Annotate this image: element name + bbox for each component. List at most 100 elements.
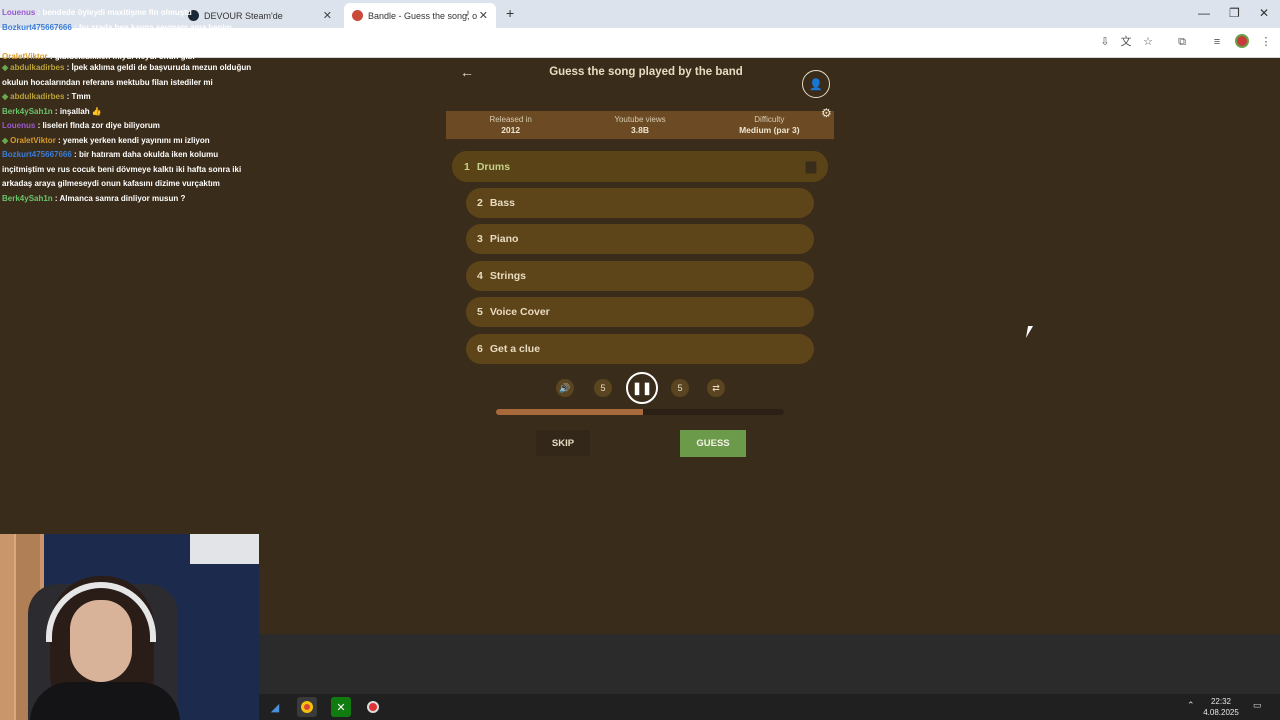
menu-icon[interactable]: ⋮ [1259, 35, 1273, 49]
clue-strings[interactable]: 4 Strings [466, 261, 814, 291]
bandle-icon [352, 10, 363, 21]
released-value: 2012 [501, 125, 521, 135]
difficulty-cell: Difficulty Medium (par 3) [705, 111, 834, 139]
tab-bandle-label: Bandle - Guess the song, o [368, 10, 478, 21]
song-info-bar: Released in 2012 Youtube views 3.8B Diff… [446, 111, 834, 139]
webcam-feed [0, 534, 259, 720]
star-icon[interactable]: ☆ [1141, 35, 1155, 49]
pause-button[interactable]: ❚❚ [626, 372, 658, 404]
released-cell: Released in 2012 [446, 111, 575, 139]
chat-username[interactable]: abdulkadirbes [10, 63, 64, 72]
badge-icon: ◆ [2, 135, 9, 145]
chrome-icon[interactable] [297, 697, 317, 717]
chat-username[interactable]: Bozkurt475667666 [2, 23, 72, 32]
chat-text: : bendede öyleydi maxitişme fin olmuştu [35, 8, 192, 17]
clue-label: Strings [489, 270, 527, 282]
clue-label: Bass [489, 197, 515, 209]
restore-icon[interactable]: ❐ [1229, 6, 1240, 20]
clue-get-a-clue[interactable]: 6 Get a clue [466, 334, 814, 364]
recording-icon[interactable] [363, 697, 383, 717]
forward-5-label: 5 [677, 383, 683, 393]
speaker-icon[interactable]: ♪ [465, 8, 470, 19]
clue-number: 5 [477, 306, 483, 318]
playback-progress[interactable] [496, 409, 784, 415]
difficulty-value: Medium (par 3) [739, 125, 800, 135]
chat-message: ◆ abdulkadirbes : Tmm [2, 90, 258, 105]
stream-chat: ◆ abdulkadirbes : İpek aklıma geldi de ba… [2, 61, 258, 206]
clue-number: 1 [464, 160, 470, 173]
stream-chat-top: Louenus : bendede öyleydi maxitişme fin … [2, 6, 254, 64]
guess-button[interactable]: GUESS [680, 430, 746, 457]
clue-drums[interactable]: 1 Drums ▆ [452, 151, 828, 182]
rewind-5-label: 5 [600, 383, 606, 393]
mouse-cursor [1025, 326, 1034, 338]
clock[interactable]: 22:32 4.08.2025 [1197, 696, 1245, 718]
views-cell: Youtube views 3.8B [575, 111, 704, 139]
user-icon[interactable]: 👤 [802, 70, 830, 98]
chat-username[interactable]: abdulkadirbes [10, 92, 64, 101]
bandle-game: ← Guess the song played by the band 👤 Re… [446, 58, 834, 634]
close-window-icon[interactable]: ✕ [1259, 6, 1269, 20]
install-icon[interactable]: ⇩ [1098, 35, 1112, 49]
minimize-icon[interactable]: — [1198, 6, 1210, 20]
clue-label: Piano [489, 233, 519, 245]
notification-icon[interactable]: ▭ [1253, 700, 1262, 711]
webcam-window [190, 534, 259, 564]
chat-message: Berk4ySah1n : inşallah 👍 [2, 105, 258, 120]
chat-message: ◆ OraletViktor : yemek yerken kendi yayın… [2, 134, 258, 149]
clue-label: Voice Cover [489, 306, 550, 318]
views-label: Youtube views [614, 115, 666, 124]
gear-icon[interactable]: ⚙ [821, 106, 832, 120]
rewind-5-button[interactable]: 5 [594, 379, 612, 397]
tab-bandle[interactable]: Bandle - Guess the song, o ♪ ✕ [344, 3, 496, 28]
views-value: 3.8B [631, 125, 649, 135]
skip-button[interactable]: SKIP [536, 430, 590, 456]
chat-username[interactable]: Bozkurt475667666 [2, 150, 72, 159]
new-tab-button[interactable]: + [506, 5, 514, 21]
extensions-icon[interactable]: ⧉ [1175, 35, 1189, 49]
clue-voice-cover[interactable]: 5 Voice Cover [466, 297, 814, 327]
chevron-up-icon[interactable]: ⌃ [1187, 700, 1195, 711]
chat-text: : Almanca samra dinliyor musun ? [52, 193, 186, 203]
clue-label: Get a clue [489, 343, 541, 355]
close-icon[interactable]: ✕ [323, 9, 332, 22]
chat-username[interactable]: Berk4ySah1n [2, 194, 53, 203]
clock-time: 22:32 [1210, 697, 1232, 706]
released-label: Released in [489, 115, 532, 124]
clue-number: 4 [477, 270, 483, 282]
chat-text: : yemek yerken kendi yayınını mı izliyon [55, 135, 210, 145]
chat-username[interactable]: Louenus [2, 121, 35, 130]
desktop-strip [259, 634, 1280, 694]
back-arrow-icon[interactable]: ← [460, 64, 474, 80]
clue-bass[interactable]: 2 Bass [466, 188, 814, 218]
profile-icon[interactable] [1235, 34, 1249, 48]
chat-message: Bozkurt475667666 : bu arada ben kavga se… [2, 21, 254, 50]
chat-message: Berk4ySah1n : Almanca samra dinliyor mus… [2, 192, 258, 207]
clue-number: 3 [477, 233, 483, 245]
chat-username[interactable]: OraletViktor [2, 52, 48, 61]
chat-username[interactable]: Berk4ySah1n [2, 107, 53, 116]
xbox-icon[interactable]: ✕ [331, 697, 351, 717]
chat-username[interactable]: OraletViktor [10, 136, 56, 145]
drum-icon: ▆ [806, 158, 816, 173]
media-icon[interactable]: ≡ [1210, 35, 1224, 49]
chat-text: : inşallah 👍 [52, 106, 102, 116]
webcam-body [30, 682, 180, 720]
chat-message: ◆ abdulkadirbes : İpek aklıma geldi de ba… [2, 61, 258, 90]
chat-username[interactable]: Louenus [2, 8, 35, 17]
loop-off-icon[interactable]: ⇄ [707, 379, 725, 397]
badge-icon: ◆ [2, 63, 9, 72]
close-icon[interactable]: ✕ [479, 9, 488, 22]
clue-number: 6 [477, 343, 483, 355]
chat-text: : liseleri flnda zor diye biliyorum [35, 121, 160, 130]
explorer-icon[interactable]: ◢ [265, 697, 285, 717]
player-controls: 🔊 5 ❚❚ 5 ⇄ [446, 371, 834, 405]
clue-label: Drums [476, 160, 511, 173]
badge-icon: ◆ [2, 92, 9, 101]
forward-5-button[interactable]: 5 [671, 379, 689, 397]
chat-text: : Tmm [64, 92, 91, 101]
chat-text: : gibidekiüikken miydi neydi onun gibi [47, 51, 195, 61]
volume-icon[interactable]: 🔊 [556, 379, 574, 397]
translate-icon[interactable]: 文 [1119, 35, 1133, 49]
clue-piano[interactable]: 3 Piano [466, 224, 814, 254]
